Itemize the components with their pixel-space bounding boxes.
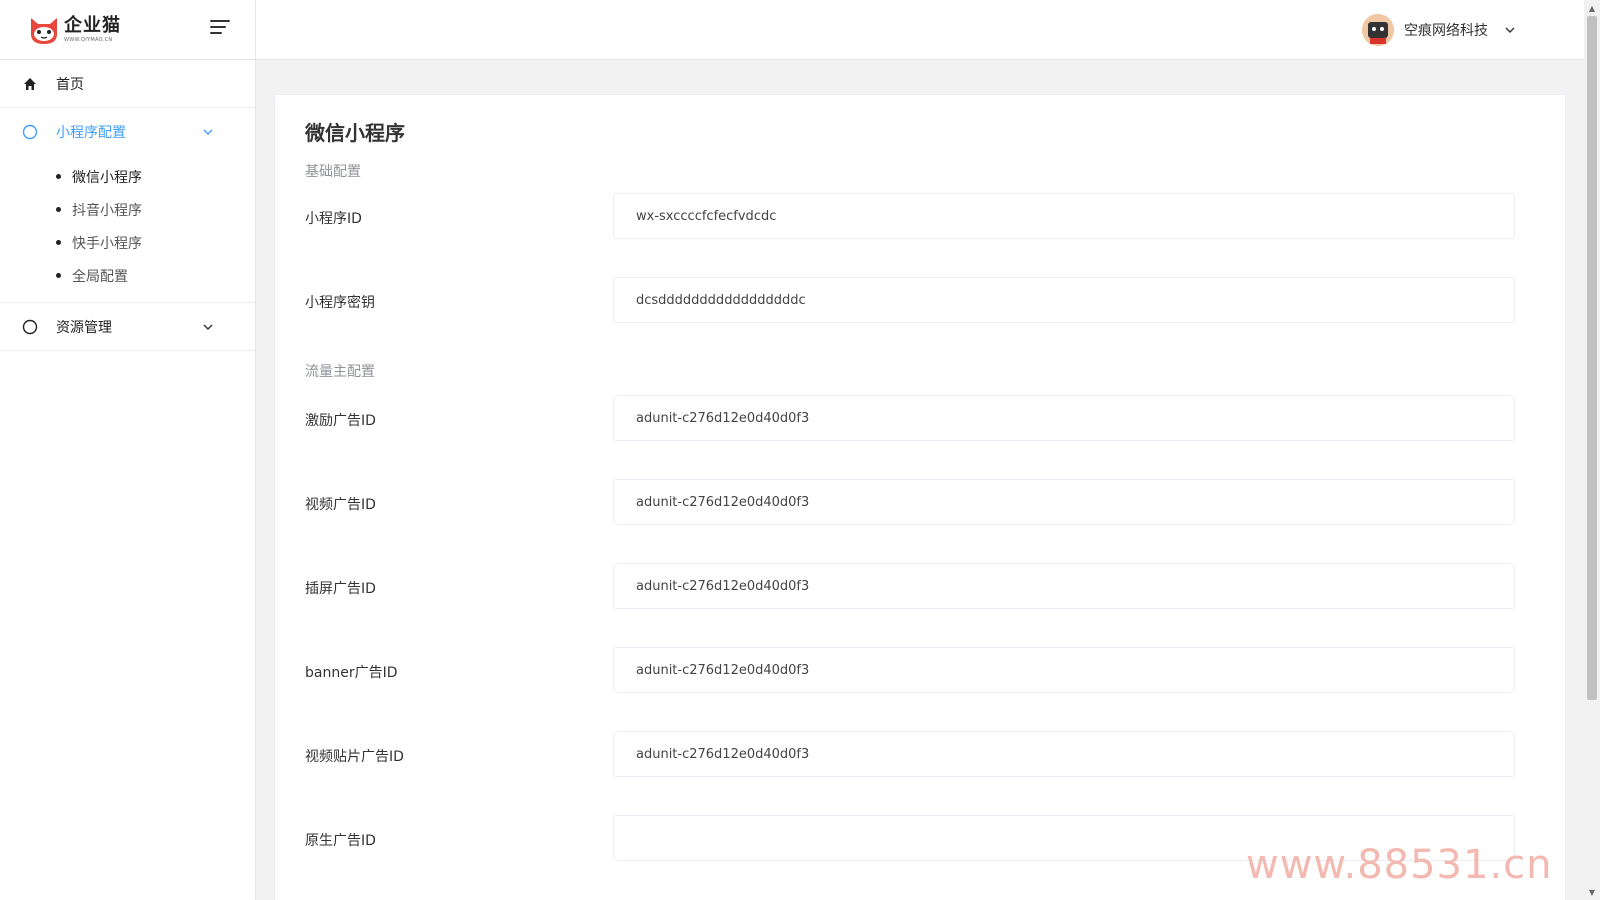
circle-icon — [22, 319, 38, 335]
subitem-label: 抖音小程序 — [72, 202, 142, 219]
field-label: 视频广告ID — [305, 497, 376, 513]
page-scrollbar[interactable]: ▲ ▼ — [1584, 0, 1600, 900]
logo-bar: 企业猫 WWW.QIYMAO.CN — [0, 0, 255, 60]
config-card: 微信小程序 基础配置 小程序ID 小程序密钥 流量主配置 激励广告ID 视频广告… — [274, 94, 1566, 900]
form-row-banner-ad: banner广告ID — [305, 647, 1515, 695]
bullet-icon — [56, 207, 61, 212]
video-patch-ad-id-input[interactable] — [613, 731, 1515, 777]
top-header: 空痕网络科技 — [256, 0, 1584, 60]
subitem-label: 全局配置 — [72, 268, 128, 285]
reward-ad-id-input[interactable] — [613, 395, 1515, 441]
chevron-down-icon — [203, 324, 213, 330]
sidebar-subitem-douyin[interactable]: 抖音小程序 — [0, 193, 255, 226]
scroll-down-arrow-icon[interactable]: ▼ — [1584, 884, 1600, 900]
sidebar-subitem-global[interactable]: 全局配置 — [0, 259, 255, 292]
user-menu[interactable]: 空痕网络科技 — [1362, 14, 1516, 46]
chevron-down-icon — [1505, 27, 1515, 33]
sidebar-item-home[interactable]: 首页 — [0, 60, 255, 108]
sidebar: 企业猫 WWW.QIYMAO.CN 首页 小程序配置 微信小程序 抖音小程序 快… — [0, 0, 256, 900]
user-name: 空痕网络科技 — [1404, 23, 1488, 39]
section-basic-config: 基础配置 — [305, 164, 361, 180]
app-id-input[interactable] — [613, 193, 1515, 239]
bullet-icon — [56, 273, 61, 278]
logo-subtitle: WWW.QIYMAO.CN — [64, 37, 113, 43]
avatar — [1362, 14, 1394, 46]
circle-icon — [22, 124, 38, 140]
subitem-label: 快手小程序 — [72, 235, 142, 252]
home-icon — [22, 76, 38, 92]
form-row-app-secret: 小程序密钥 — [305, 277, 1515, 325]
form-row-app-id: 小程序ID — [305, 193, 1515, 241]
field-label: 小程序ID — [305, 211, 362, 227]
field-label: 插屏广告ID — [305, 581, 376, 597]
section-traffic-config: 流量主配置 — [305, 364, 375, 380]
sidebar-subitem-kuaishou[interactable]: 快手小程序 — [0, 226, 255, 259]
menu-collapse-button[interactable] — [210, 20, 232, 38]
form-row-interstitial-ad: 插屏广告ID — [305, 563, 1515, 611]
interstitial-ad-id-input[interactable] — [613, 563, 1515, 609]
field-label: 激励广告ID — [305, 413, 376, 429]
chevron-up-icon — [203, 129, 213, 135]
banner-ad-id-input[interactable] — [613, 647, 1515, 693]
field-label: banner广告ID — [305, 665, 398, 681]
cat-logo-icon — [31, 18, 57, 44]
subitem-label: 微信小程序 — [72, 169, 142, 186]
sidebar-subitem-wechat[interactable]: 微信小程序 — [0, 160, 255, 193]
form-row-video-patch-ad: 视频贴片广告ID — [305, 731, 1515, 779]
field-label: 原生广告ID — [305, 833, 376, 849]
logo[interactable]: 企业猫 WWW.QIYMAO.CN — [28, 14, 121, 46]
sidebar-item-label: 首页 — [56, 76, 84, 93]
sidebar-item-miniprogram-config[interactable]: 小程序配置 — [0, 108, 255, 156]
page-title: 微信小程序 — [305, 121, 405, 145]
video-ad-id-input[interactable] — [613, 479, 1515, 525]
sidebar-item-label: 资源管理 — [56, 319, 112, 336]
sidebar-item-label: 小程序配置 — [56, 125, 126, 141]
bullet-icon — [56, 174, 61, 179]
bullet-icon — [56, 240, 61, 245]
watermark: www.88531.cn — [1246, 842, 1553, 888]
field-label: 小程序密钥 — [305, 295, 375, 311]
field-label: 视频贴片广告ID — [305, 749, 404, 765]
form-row-reward-ad: 激励广告ID — [305, 395, 1515, 443]
scroll-up-arrow-icon[interactable]: ▲ — [1584, 0, 1600, 16]
sidebar-item-resource-management[interactable]: 资源管理 — [0, 303, 255, 351]
app-secret-input[interactable] — [613, 277, 1515, 323]
scroll-thumb[interactable] — [1587, 16, 1597, 700]
submenu-miniprogram: 微信小程序 抖音小程序 快手小程序 全局配置 — [0, 156, 255, 303]
form-row-video-ad: 视频广告ID — [305, 479, 1515, 527]
logo-title: 企业猫 — [64, 15, 121, 36]
